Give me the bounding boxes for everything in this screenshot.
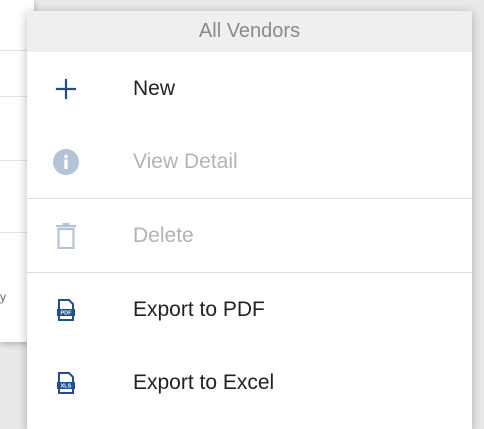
menu-item-label: Delete [133,223,194,247]
pdf-badge-text: PDF [61,310,73,316]
plus-icon [51,74,81,104]
menu-item-export-excel[interactable]: XLS Export to Excel [27,346,472,419]
menu-item-delete[interactable]: Delete [27,199,472,272]
trash-icon [51,221,81,251]
menu-item-label: New [133,76,176,100]
menu-item-export-pdf[interactable]: PDF Export to PDF [27,273,472,346]
menu-title: All Vendors [27,11,472,52]
menu-item-label: Export to Excel [133,370,275,394]
menu-item-view-detail[interactable]: View Detail [27,125,472,198]
menu-item-new[interactable]: New [27,52,472,125]
xls-badge-text: XLS [61,383,72,389]
menu-item-label: Export to PDF [133,297,265,321]
pdf-file-icon: PDF [51,295,81,325]
info-icon [51,147,81,177]
context-menu: All Vendors New View Detail Delete PDF E… [27,11,472,429]
excel-file-icon: XLS [51,368,81,398]
background-partial-text: y [0,290,6,304]
menu-item-label: View Detail [133,149,238,173]
